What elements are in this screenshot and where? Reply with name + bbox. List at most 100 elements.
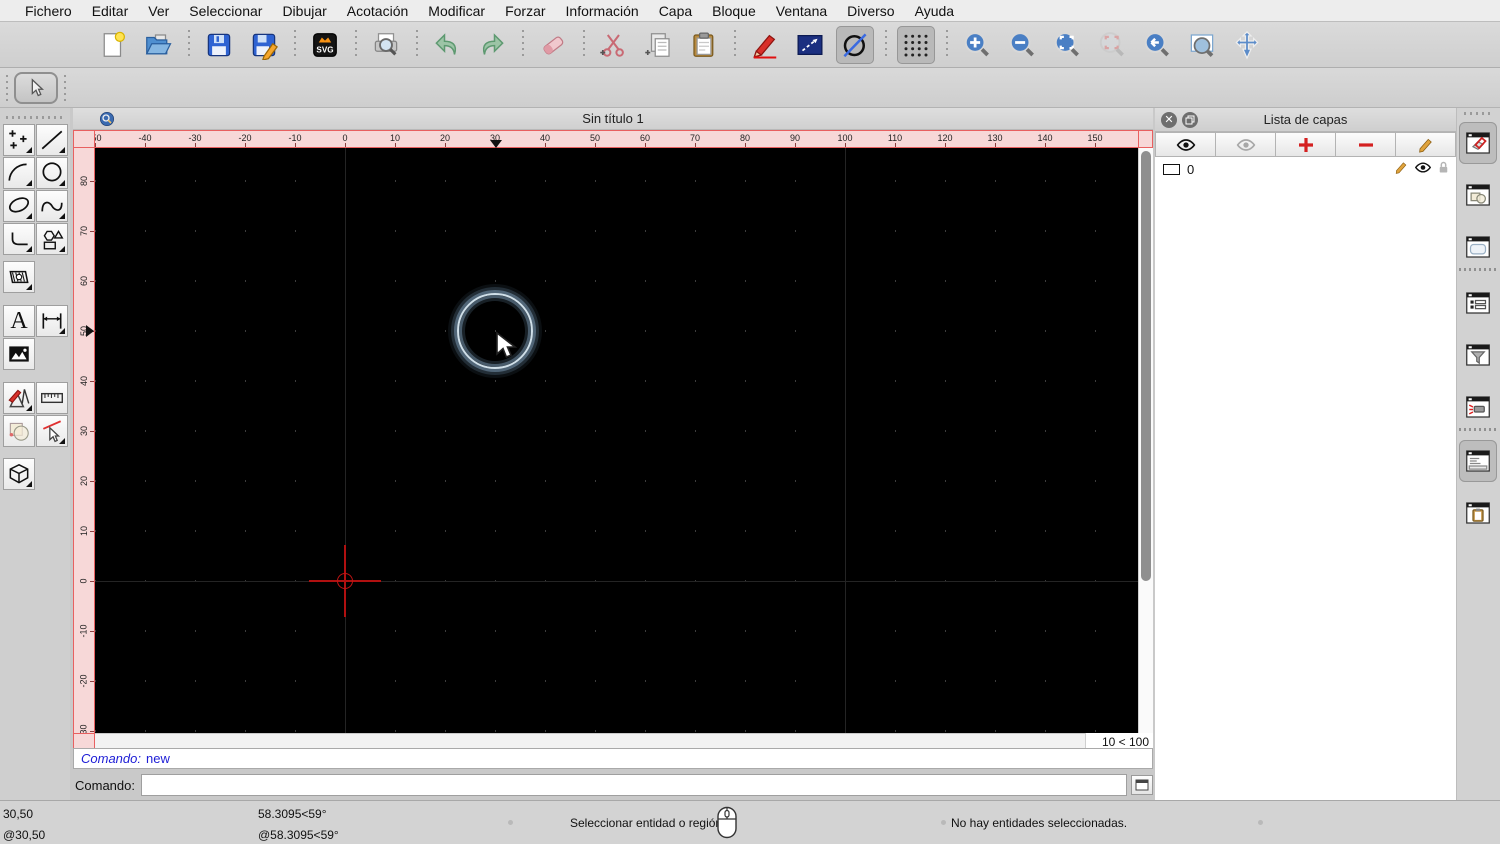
add-layer-button[interactable] (1276, 132, 1336, 157)
edit-layer-button[interactable] (1396, 132, 1456, 157)
menu-item[interactable]: Fichero (15, 3, 82, 19)
remove-layer-button[interactable] (1336, 132, 1396, 157)
menu-item[interactable]: Ayuda (905, 3, 964, 19)
paste-button[interactable] (685, 26, 723, 64)
menu-item[interactable]: Dibujar (272, 3, 336, 19)
toolbar-separator (187, 29, 190, 60)
text-tool-button[interactable]: A (3, 305, 35, 337)
menu-item[interactable]: Forzar (495, 3, 555, 19)
menu-item[interactable]: Ver (138, 3, 179, 19)
command-line-panel-button[interactable] (1459, 440, 1497, 482)
arc-tool-button[interactable] (3, 157, 35, 189)
modify-trim-button[interactable] (36, 415, 68, 447)
command-input[interactable] (140, 774, 1127, 796)
blue-diagonal-arrow-button[interactable] (791, 26, 829, 64)
drafting-tools-icon (8, 389, 30, 408)
block-list-panel-button[interactable] (1459, 174, 1497, 216)
open-file-button[interactable] (139, 26, 177, 64)
layer-name: 0 (1187, 161, 1195, 177)
layer-panel-titlebar[interactable]: ✕ Lista de capas (1155, 108, 1456, 132)
zoom-auto-button[interactable] (1048, 26, 1086, 64)
scrollbar-thumb[interactable] (1141, 151, 1151, 581)
zoom-previous-button[interactable] (1138, 26, 1176, 64)
menu-item[interactable]: Modificar (418, 3, 495, 19)
flashlight-panel-button[interactable] (1459, 386, 1497, 428)
pan-button[interactable] (1228, 26, 1266, 64)
layer-color-swatch[interactable] (1163, 163, 1180, 175)
dimension-tool-button[interactable] (36, 305, 68, 337)
shape-tool-button[interactable] (36, 223, 68, 255)
cursor-x-marker (490, 140, 502, 148)
point-tool-button[interactable] (3, 124, 35, 156)
major-gridline (95, 581, 1138, 582)
circle-tool-palette-button[interactable] (36, 157, 68, 189)
menu-item[interactable]: Diverso (837, 3, 904, 19)
ellipse-tool-button[interactable] (3, 190, 35, 222)
document-titlebar[interactable]: Sin título 1 (73, 108, 1153, 130)
library-browser-panel-button[interactable] (1459, 226, 1497, 268)
zoom-window-button[interactable] (1183, 26, 1221, 64)
float-panel-icon[interactable] (1182, 111, 1198, 128)
selection-filter-panel-button[interactable] (1459, 334, 1497, 376)
layer-list-panel: ✕ Lista de capas 0 (1155, 108, 1456, 800)
drafting-tools-button[interactable] (3, 382, 35, 414)
menu-item[interactable]: Ventana (766, 3, 837, 19)
redo-button[interactable] (473, 26, 511, 64)
layer-edit-pencil-icon[interactable] (1394, 160, 1409, 175)
close-panel-icon[interactable]: ✕ (1161, 111, 1177, 128)
menu-item[interactable]: Capa (649, 3, 702, 19)
zoom-previous-icon (1144, 31, 1169, 56)
save-as-button[interactable] (245, 26, 283, 64)
palette-handle[interactable] (6, 116, 64, 119)
command-line-window-icon (1466, 450, 1490, 472)
clipboard-panel-button[interactable] (1459, 492, 1497, 534)
zoom-out-button[interactable] (1003, 26, 1041, 64)
boolean-operations-button[interactable] (3, 415, 35, 447)
hatch-tool-button[interactable] (3, 261, 35, 293)
selection-tool-button[interactable] (14, 72, 58, 104)
zoom-selection-button[interactable] (1093, 26, 1131, 64)
grid-toggle-button[interactable] (897, 25, 935, 64)
undo-button[interactable] (428, 26, 466, 64)
layer-lock-icon[interactable] (1437, 160, 1450, 175)
toolbar-handle[interactable] (5, 75, 8, 101)
eye-icon (1176, 138, 1195, 151)
vertical-scrollbar[interactable] (1138, 148, 1153, 733)
solid-3d-tool-button[interactable] (3, 458, 35, 490)
ruler-tick: -50 (95, 131, 120, 147)
new-file-button[interactable] (94, 26, 132, 64)
save-as-icon (252, 33, 279, 60)
command-popout-button[interactable] (1131, 775, 1153, 795)
layer-list-panel-button[interactable] (1459, 122, 1497, 164)
line-tool-button[interactable] (36, 124, 68, 156)
print-preview-button[interactable] (367, 26, 405, 64)
image-tool-button[interactable] (3, 338, 35, 370)
svg-export-button[interactable]: SVG (306, 26, 344, 64)
menu-item[interactable]: Editar (82, 3, 139, 19)
menu-item[interactable]: Bloque (702, 3, 766, 19)
zoom-window-icon (1190, 33, 1214, 57)
show-all-layers-button[interactable] (1155, 132, 1216, 157)
measure-tool-button[interactable] (36, 382, 68, 414)
hide-all-layers-button[interactable] (1216, 132, 1276, 157)
toolbar-handle[interactable] (63, 75, 66, 101)
save-button[interactable] (200, 26, 238, 64)
menu-item[interactable]: Información (556, 3, 649, 19)
pencil-tool-button[interactable] (746, 26, 784, 64)
layer-visibility-icon[interactable] (1414, 161, 1432, 174)
circle-tool-button[interactable] (836, 25, 874, 64)
polyline-tool-button[interactable] (3, 223, 35, 255)
layer-row[interactable]: 0 (1155, 157, 1456, 181)
menu-item[interactable]: Acotación (337, 3, 418, 19)
cut-button[interactable] (595, 26, 633, 64)
dock-handle[interactable] (1464, 112, 1492, 115)
zoom-in-button[interactable] (958, 26, 996, 64)
delete-button[interactable] (534, 26, 572, 64)
copy-button[interactable] (640, 26, 678, 64)
main-toolbar: SVG (0, 22, 1500, 68)
property-editor-panel-button[interactable] (1459, 282, 1497, 324)
drawing-canvas[interactable] (95, 148, 1138, 733)
spline-tool-button[interactable] (36, 190, 68, 222)
ruler-tick: 0 (74, 556, 94, 606)
menu-item[interactable]: Seleccionar (179, 3, 272, 19)
